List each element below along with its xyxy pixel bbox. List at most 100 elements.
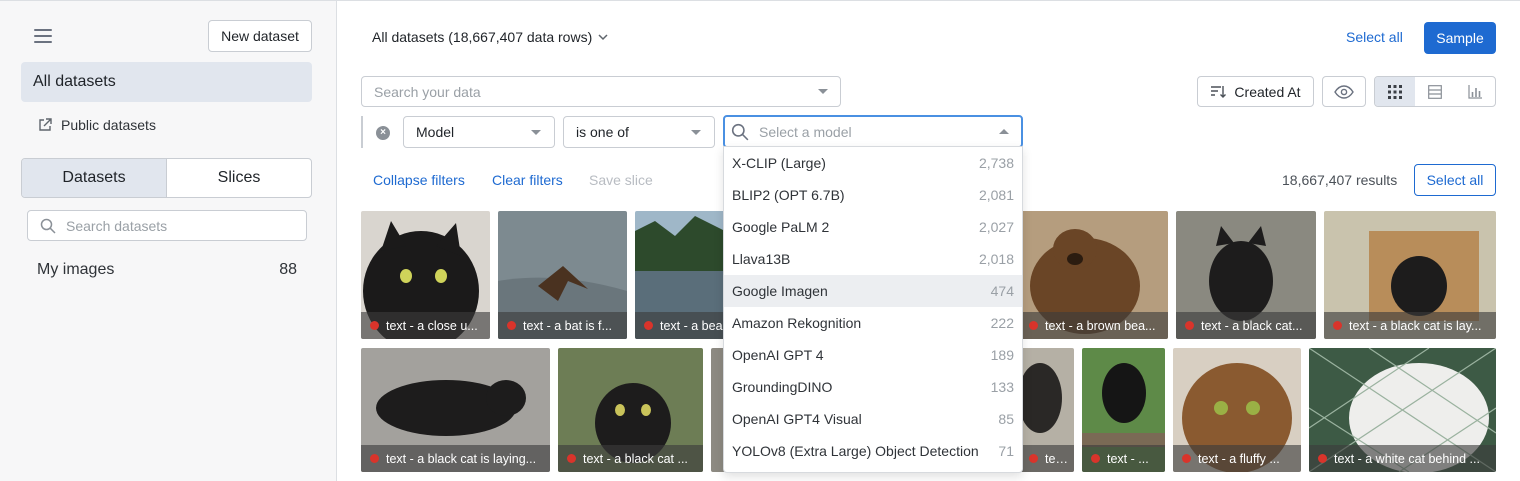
eye-icon (1334, 84, 1354, 99)
results-count: 18,667,407 results (1282, 172, 1398, 188)
dataset-title: All datasets (18,667,407 data rows) (372, 29, 593, 45)
image-tile[interactable]: text - ... (1020, 348, 1074, 472)
image-tile[interactable]: text - a brown bea... (1020, 211, 1168, 339)
filter-indicator (361, 116, 363, 148)
collapse-filters-link[interactable]: Collapse filters (373, 172, 465, 188)
sample-button[interactable]: Sample (1424, 22, 1496, 54)
sort-label: Created At (1234, 83, 1301, 100)
clear-filters-link[interactable]: Clear filters (492, 172, 563, 188)
grid-icon (1388, 84, 1402, 99)
image-caption: text - a black cat ... (558, 445, 703, 472)
model-option[interactable]: GroundingDINO 133 (724, 371, 1022, 403)
image-caption: text - a black cat... (1176, 312, 1316, 339)
label-dot-icon (567, 454, 576, 463)
sidebar-item-public-datasets[interactable]: Public datasets (38, 117, 156, 133)
datasets-slices-toggle: Datasets Slices (21, 158, 312, 198)
label-dot-icon (370, 454, 379, 463)
image-caption: text - a black cat is lay... (1324, 312, 1496, 339)
list-view-button[interactable] (1415, 77, 1455, 106)
grid-view-button[interactable] (1375, 77, 1415, 106)
dataset-selector[interactable]: All datasets (18,667,407 data rows) (372, 29, 608, 45)
view-mode-toggle (1374, 76, 1496, 107)
label-dot-icon (1182, 454, 1191, 463)
model-option[interactable]: YOLOv8 (Extra Large) Object Detection 71 (724, 435, 1022, 467)
image-tile[interactable]: text - ... (1082, 348, 1165, 472)
image-caption: text - ... (1020, 445, 1074, 472)
remove-filter-icon[interactable]: × (376, 126, 390, 140)
image-tile[interactable]: text - a close u... (361, 211, 490, 339)
filter-operator-select[interactable]: is one of (563, 116, 715, 148)
caret-down-icon[interactable] (818, 89, 828, 94)
visibility-button[interactable] (1322, 76, 1366, 107)
image-tile[interactable]: text - a black cat is lay... (1324, 211, 1496, 339)
image-tile[interactable]: text - a bat is f... (498, 211, 627, 339)
filter-field-value: Model (416, 124, 455, 140)
filter-field-select[interactable]: Model (403, 116, 555, 148)
filter-operator-value: is one of (576, 124, 629, 140)
label-dot-icon (1318, 454, 1327, 463)
model-search-input[interactable] (759, 123, 989, 140)
caret-up-icon[interactable] (999, 129, 1009, 134)
dataset-count: 88 (279, 261, 297, 278)
model-option-highlighted[interactable]: Google Imagen 474 (724, 275, 1022, 307)
image-tile[interactable]: text - a black cat ... (558, 348, 703, 472)
chevron-down-icon (598, 33, 608, 40)
image-tile[interactable]: text - a fluffy ... (1173, 348, 1301, 472)
image-tile[interactable]: text - a bea (635, 211, 725, 339)
search-data-input[interactable] (374, 83, 794, 100)
label-dot-icon (1029, 454, 1038, 463)
model-dropdown-menu: X-CLIP (Large) 2,738 BLIP2 (OPT 6.7B) 2,08… (723, 146, 1023, 473)
search-datasets-box (27, 210, 307, 241)
model-option[interactable]: BLIP2 (OPT 6.7B) 2,081 (724, 179, 1022, 211)
search-datasets-input[interactable] (66, 217, 286, 234)
sort-button[interactable]: Created At (1197, 76, 1314, 107)
analytics-view-button[interactable] (1455, 77, 1495, 106)
search-icon (731, 123, 749, 140)
search-data-box (361, 76, 841, 107)
external-link-icon (39, 118, 52, 131)
sidebar-item-all-datasets[interactable]: All datasets (21, 62, 312, 102)
model-option[interactable]: X-CLIP (Large) 2,738 (724, 147, 1022, 179)
new-dataset-button[interactable]: New dataset (208, 20, 312, 52)
label-dot-icon (1185, 321, 1194, 330)
menu-icon[interactable] (34, 29, 52, 43)
image-caption: text - a white cat behind ... (1309, 445, 1496, 472)
image-tile[interactable]: text - a white cat behind ... (1309, 348, 1496, 472)
image-tile[interactable]: text - a black cat... (1176, 211, 1316, 339)
save-slice-link: Save slice (589, 172, 653, 188)
dataset-name: My images (37, 261, 115, 278)
label-dot-icon (370, 321, 379, 330)
sidebar: New dataset All datasets Public datasets… (0, 0, 337, 481)
select-all-link[interactable]: Select all (1346, 29, 1403, 45)
label-dot-icon (1029, 321, 1038, 330)
image-tile[interactable]: text - a black cat is laying... (361, 348, 550, 472)
label-dot-icon (507, 321, 516, 330)
model-option[interactable]: Google PaLM 2 2,027 (724, 211, 1022, 243)
tab-datasets[interactable]: Datasets (22, 159, 167, 197)
image-caption: text - a bea (635, 312, 725, 339)
search-icon (40, 218, 56, 234)
model-option[interactable]: Amazon Rekognition 222 (724, 307, 1022, 339)
list-icon (1428, 84, 1442, 99)
sort-icon (1211, 85, 1227, 98)
caret-down-icon (691, 129, 701, 135)
image-caption: text - a black cat is laying... (361, 445, 550, 472)
model-option[interactable]: OpenAI GPT4 Visual 85 (724, 403, 1022, 435)
image-caption: text - a close u... (361, 312, 490, 339)
model-option[interactable]: OpenAI GPT 4 189 (724, 339, 1022, 371)
label-dot-icon (644, 321, 653, 330)
image-caption: text - a fluffy ... (1173, 445, 1301, 472)
model-select-box (723, 115, 1023, 148)
caret-down-icon (531, 129, 541, 135)
image-caption: text - a bat is f... (498, 312, 627, 339)
image-caption: text - ... (1082, 445, 1165, 472)
model-option[interactable]: Llava13B 2,018 (724, 243, 1022, 275)
tab-slices[interactable]: Slices (167, 159, 311, 197)
public-datasets-label: Public datasets (61, 117, 156, 133)
sidebar-item-my-images[interactable]: My images 88 (37, 261, 297, 279)
bar-chart-icon (1468, 84, 1482, 99)
image-caption: text - a brown bea... (1020, 312, 1168, 339)
select-all-button[interactable]: Select all (1414, 164, 1496, 196)
label-dot-icon (1091, 454, 1100, 463)
label-dot-icon (1333, 321, 1342, 330)
